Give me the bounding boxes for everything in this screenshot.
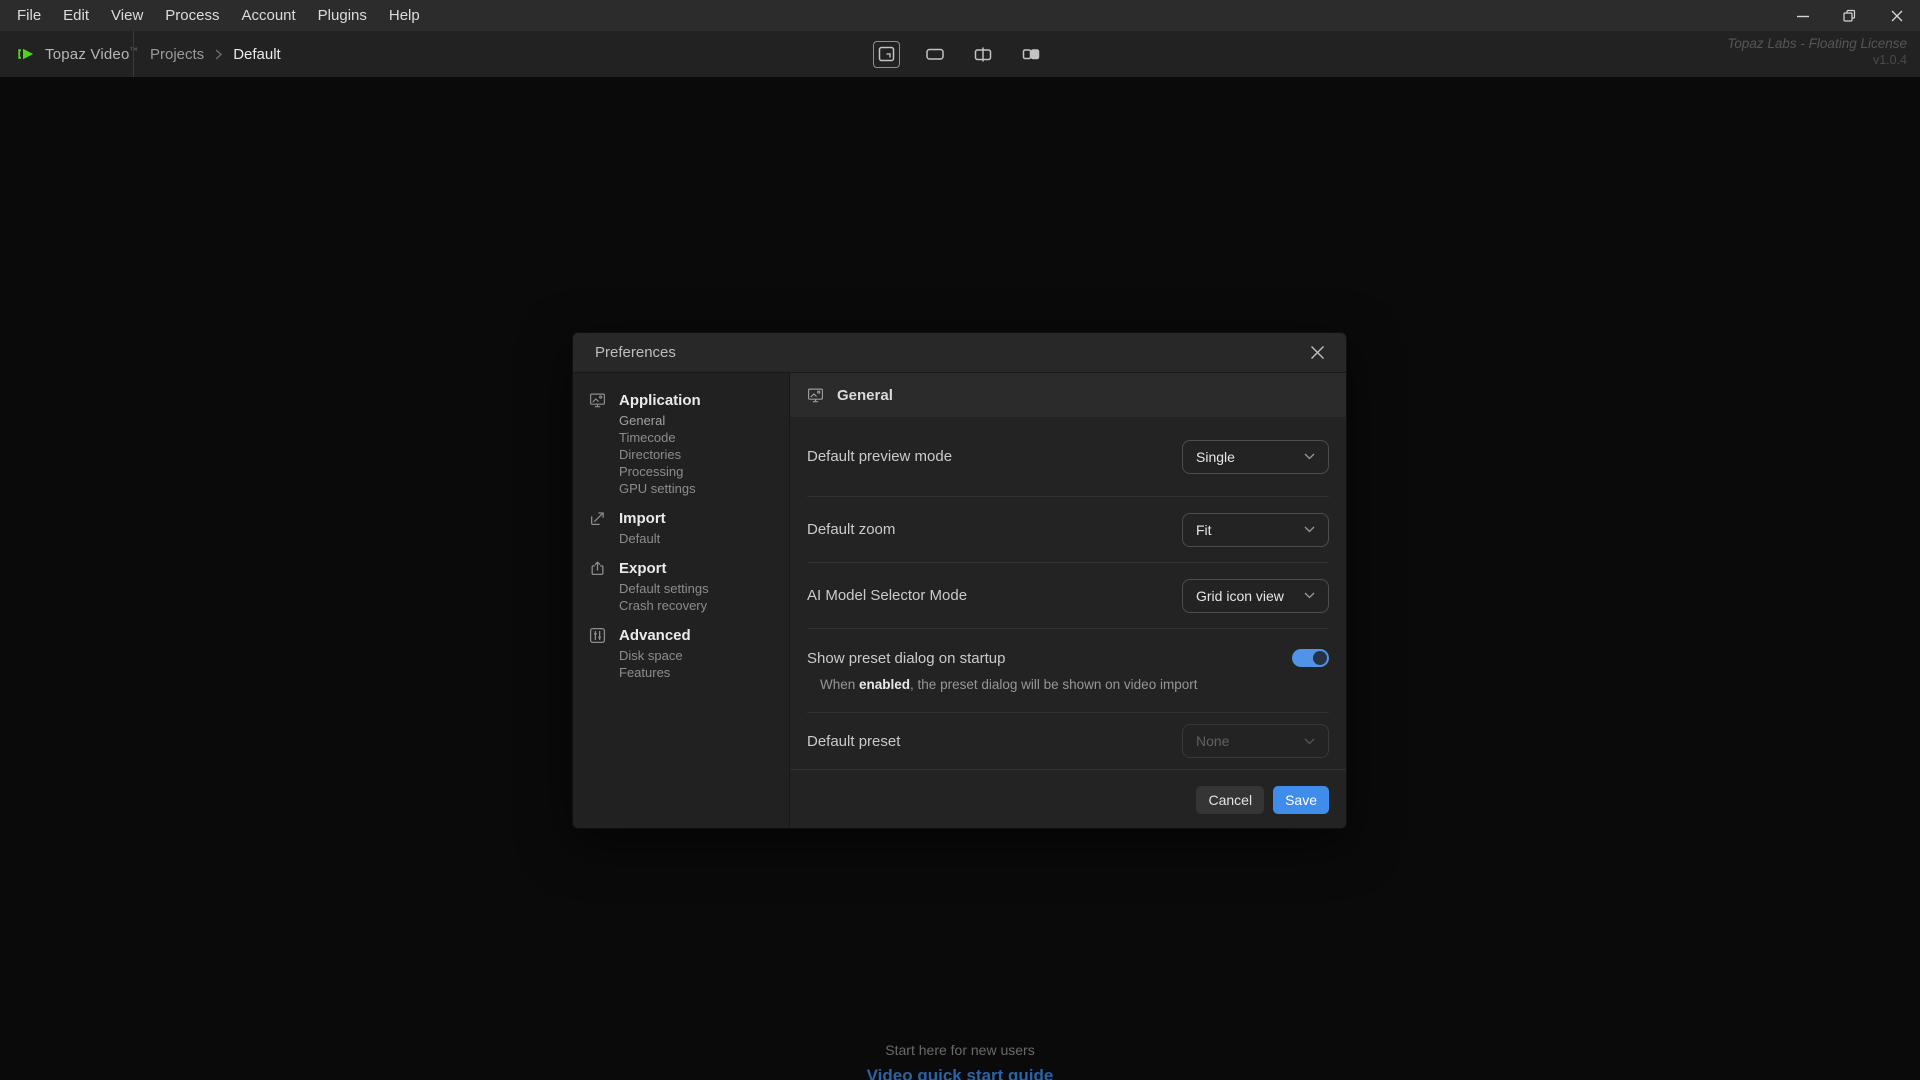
content-header: General [790, 373, 1346, 417]
menu-edit[interactable]: Edit [52, 0, 100, 31]
sidebar-item-crash-recovery[interactable]: Crash recovery [619, 597, 789, 614]
setting-row-show-preset-dialog: Show preset dialog on startup When enabl… [807, 629, 1329, 713]
full-view-icon[interactable] [921, 41, 948, 68]
menu-view[interactable]: View [100, 0, 154, 31]
app-name: Topaz Video™ [45, 46, 138, 63]
content-title: General [837, 387, 893, 404]
sidebar-export-header[interactable]: Export [589, 559, 789, 579]
breadcrumb: Projects Default [150, 31, 281, 77]
topaz-play-icon [16, 44, 36, 64]
chevron-down-icon [1304, 453, 1315, 460]
sidebar-item-default-settings[interactable]: Default settings [619, 580, 789, 597]
setting-label: Default preview mode [807, 448, 952, 465]
show-preset-dialog-toggle[interactable] [1292, 649, 1329, 667]
sidebar-section-import: Import Default [589, 509, 789, 547]
sidebar-item-gpu-settings[interactable]: GPU settings [619, 480, 789, 497]
titlebar-divider [133, 31, 134, 77]
sidebar-item-disk-space[interactable]: Disk space [619, 647, 789, 664]
menu-process[interactable]: Process [154, 0, 230, 31]
application-icon [589, 392, 606, 409]
sidebar-advanced-header[interactable]: Advanced [589, 626, 789, 646]
sidebar-section-application: Application General Timecode Directories… [589, 391, 789, 497]
preferences-dialog: Preferences Application [572, 332, 1347, 829]
license-type: Topaz Labs - Floating License [1727, 36, 1907, 52]
general-section-icon [807, 387, 824, 404]
setting-row-default-preview-mode: Default preview mode Single [807, 417, 1329, 497]
sidebar-item-general[interactable]: General [619, 412, 789, 429]
breadcrumb-default: Default [233, 46, 281, 63]
import-icon [589, 510, 606, 527]
split-view-icon[interactable] [969, 41, 996, 68]
dialog-header: Preferences [573, 333, 1346, 373]
sidebar-item-directories[interactable]: Directories [619, 446, 789, 463]
sidebar-item-import-default[interactable]: Default [619, 530, 789, 547]
setting-row-default-zoom: Default zoom Fit [807, 497, 1329, 563]
default-zoom-select[interactable]: Fit [1182, 513, 1329, 547]
minimize-icon[interactable] [1779, 0, 1826, 31]
sidebar-application-header[interactable]: Application [589, 391, 789, 411]
sidebar-item-processing[interactable]: Processing [619, 463, 789, 480]
breadcrumb-projects[interactable]: Projects [150, 46, 204, 63]
close-icon[interactable] [1873, 0, 1920, 31]
chevron-down-icon [1304, 592, 1315, 599]
side-by-side-view-icon[interactable] [1017, 41, 1044, 68]
advanced-icon [589, 627, 606, 644]
new-user-hint: Start here for new users [0, 1042, 1920, 1058]
dialog-title: Preferences [595, 344, 676, 361]
chevron-down-icon [1304, 738, 1315, 745]
sidebar-section-export: Export Default settings Crash recovery [589, 559, 789, 614]
menu-file[interactable]: File [6, 0, 52, 31]
setting-description: When enabled, the preset dialog will be … [807, 677, 1329, 692]
setting-label: AI Model Selector Mode [807, 587, 967, 604]
save-button[interactable]: Save [1273, 786, 1329, 814]
sidebar-section-advanced: Advanced Disk space Features [589, 626, 789, 681]
window-controls [1779, 0, 1920, 31]
title-bar: Topaz Video™ Projects Default [0, 31, 1920, 77]
sidebar-item-timecode[interactable]: Timecode [619, 429, 789, 446]
preview-mode-switcher [873, 31, 1044, 77]
default-preset-select: None [1182, 724, 1329, 758]
setting-label: Default preset [807, 733, 900, 750]
menu-account[interactable]: Account [230, 0, 306, 31]
single-view-icon[interactable] [873, 41, 900, 68]
menu-bar: File Edit View Process Account Plugins H… [0, 0, 1920, 31]
toggle-knob [1313, 651, 1327, 665]
app-logo: Topaz Video™ [16, 31, 138, 77]
dialog-close-icon[interactable] [1306, 342, 1328, 364]
restore-icon[interactable] [1826, 0, 1873, 31]
preferences-content: General Default preview mode Single Defa… [790, 373, 1346, 828]
export-icon [589, 560, 606, 577]
license-info: Topaz Labs - Floating License v1.0.4 [1727, 36, 1907, 68]
setting-label: Show preset dialog on startup [807, 650, 1005, 667]
cancel-button[interactable]: Cancel [1196, 786, 1264, 814]
menu-help[interactable]: Help [378, 0, 431, 31]
dialog-footer: Cancel Save [790, 769, 1346, 829]
setting-row-ai-model-selector-mode: AI Model Selector Mode Grid icon view [807, 563, 1329, 629]
preferences-sidebar: Application General Timecode Directories… [573, 373, 790, 828]
setting-row-default-preset: Default preset None [807, 713, 1329, 769]
sidebar-import-header[interactable]: Import [589, 509, 789, 529]
sidebar-item-features[interactable]: Features [619, 664, 789, 681]
ai-model-selector-mode-select[interactable]: Grid icon view [1182, 579, 1329, 613]
app-version: v1.0.4 [1727, 52, 1907, 68]
setting-label: Default zoom [807, 521, 895, 538]
chevron-down-icon [1304, 526, 1315, 533]
menu-plugins[interactable]: Plugins [307, 0, 378, 31]
default-preview-mode-select[interactable]: Single [1182, 440, 1329, 474]
quick-start-guide-link[interactable]: Video quick start guide [0, 1066, 1920, 1080]
chevron-right-icon [215, 49, 222, 60]
